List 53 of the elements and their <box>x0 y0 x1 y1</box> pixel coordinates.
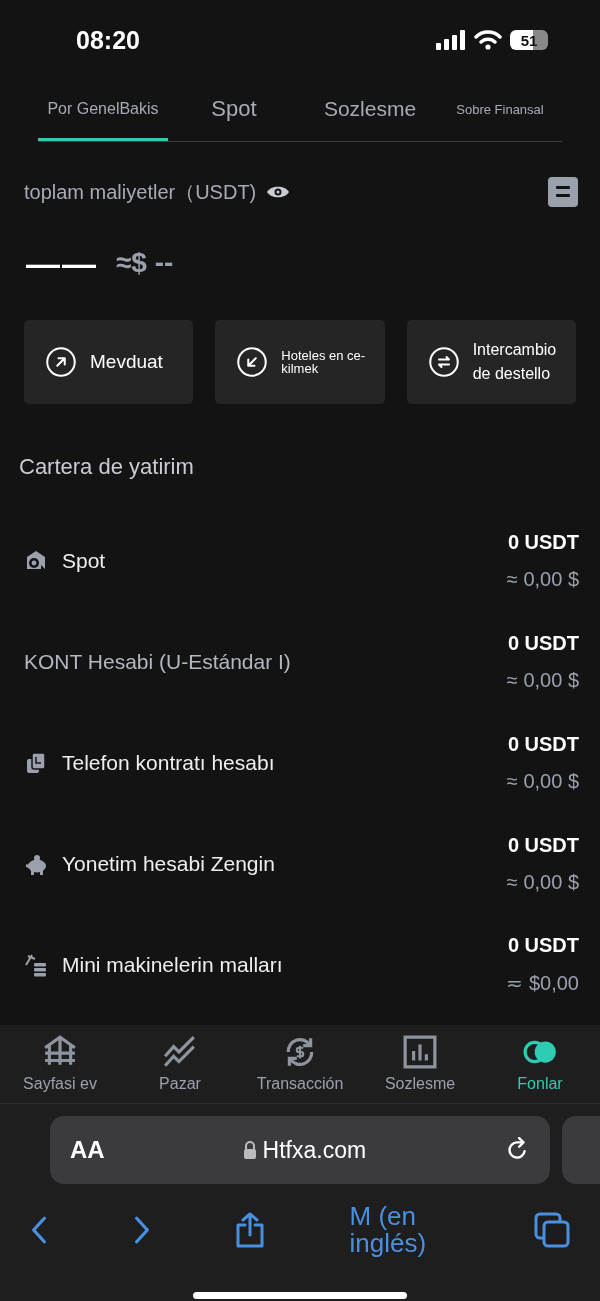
bar-chart-icon <box>403 1035 437 1069</box>
account-fiat: ≈ 0,00 $ <box>506 668 579 692</box>
account-name: KONT Hesabi (U-Estándar I) <box>24 649 291 674</box>
account-amount: 0 USDT <box>507 530 579 554</box>
arrow-down-left-icon <box>237 347 268 377</box>
bookmarks-button[interactable]: M (en inglés) <box>349 1202 450 1258</box>
lock-icon <box>242 1141 257 1159</box>
text-size-button[interactable]: AA <box>70 1136 105 1164</box>
balance-amount: —— <box>26 243 98 283</box>
clock-time: 08:20 <box>76 25 140 55</box>
signal-icon <box>436 30 466 50</box>
tabs-icon[interactable] <box>534 1212 570 1248</box>
section-title: Cartera de yatirim <box>18 453 195 481</box>
nav-tab[interactable]: Pazar <box>120 1035 240 1093</box>
url-text: Htfxa.com <box>262 1136 367 1164</box>
account-fiat: ≈ 0,00 $ <box>506 870 579 894</box>
balance-fiat: ≈$ -- <box>116 247 174 279</box>
action-button[interactable]: Hoteles en ce-kilmek <box>215 320 385 404</box>
account-fiat: ≈ 0,00 $ <box>506 567 579 591</box>
nav-tab[interactable]: Sozlesme <box>360 1035 480 1093</box>
account-name: Mini makinelerin malları <box>62 952 283 977</box>
tab[interactable]: Por GenelBakis <box>38 80 168 141</box>
account-fiat: ≂ $0,00 <box>506 971 579 995</box>
trend-chart-icon <box>163 1035 197 1069</box>
eye-icon[interactable] <box>266 185 291 199</box>
account-fiat: ≈ 0,00 $ <box>506 769 579 793</box>
exchange-icon <box>428 347 459 377</box>
account-amount: 0 USDT <box>507 833 579 857</box>
account-amount: 0 USDT <box>507 732 579 756</box>
nav-tab[interactable]: Transacción <box>240 1035 360 1093</box>
mining-icon <box>24 952 48 977</box>
account-name: Telefon kontratı hesabı <box>62 750 275 775</box>
share-icon[interactable] <box>235 1212 265 1248</box>
account-amount: 0 USDT <box>507 934 579 957</box>
balance-label: toplam maliyetler（USDT) <box>24 179 257 205</box>
account-name: Spot <box>62 548 106 573</box>
address-bar[interactable]: AA Htfxa.com <box>50 1116 550 1184</box>
document-icon <box>24 750 48 775</box>
action-button[interactable]: Intercambio de destello <box>406 320 576 404</box>
nav-tab[interactable]: Fonlar <box>480 1035 600 1093</box>
nav-tab[interactable]: Sayfasi ev <box>0 1035 120 1093</box>
account-name: Yonetim hesabi Zengin <box>62 851 275 876</box>
tab[interactable]: Sobre Finansal <box>440 80 560 141</box>
action-button[interactable]: Mevduat <box>24 320 194 404</box>
menu-icon[interactable] <box>548 177 578 207</box>
back-icon[interactable] <box>30 1215 48 1245</box>
tab[interactable]: Spot <box>168 80 300 141</box>
tab[interactable]: Sozlesme <box>300 80 440 141</box>
battery-icon: 51 <box>510 30 548 50</box>
arrow-up-right-icon <box>46 347 76 377</box>
wifi-icon <box>474 30 502 50</box>
account-amount: 0 USDT <box>507 631 579 655</box>
forward-icon[interactable] <box>132 1215 151 1245</box>
